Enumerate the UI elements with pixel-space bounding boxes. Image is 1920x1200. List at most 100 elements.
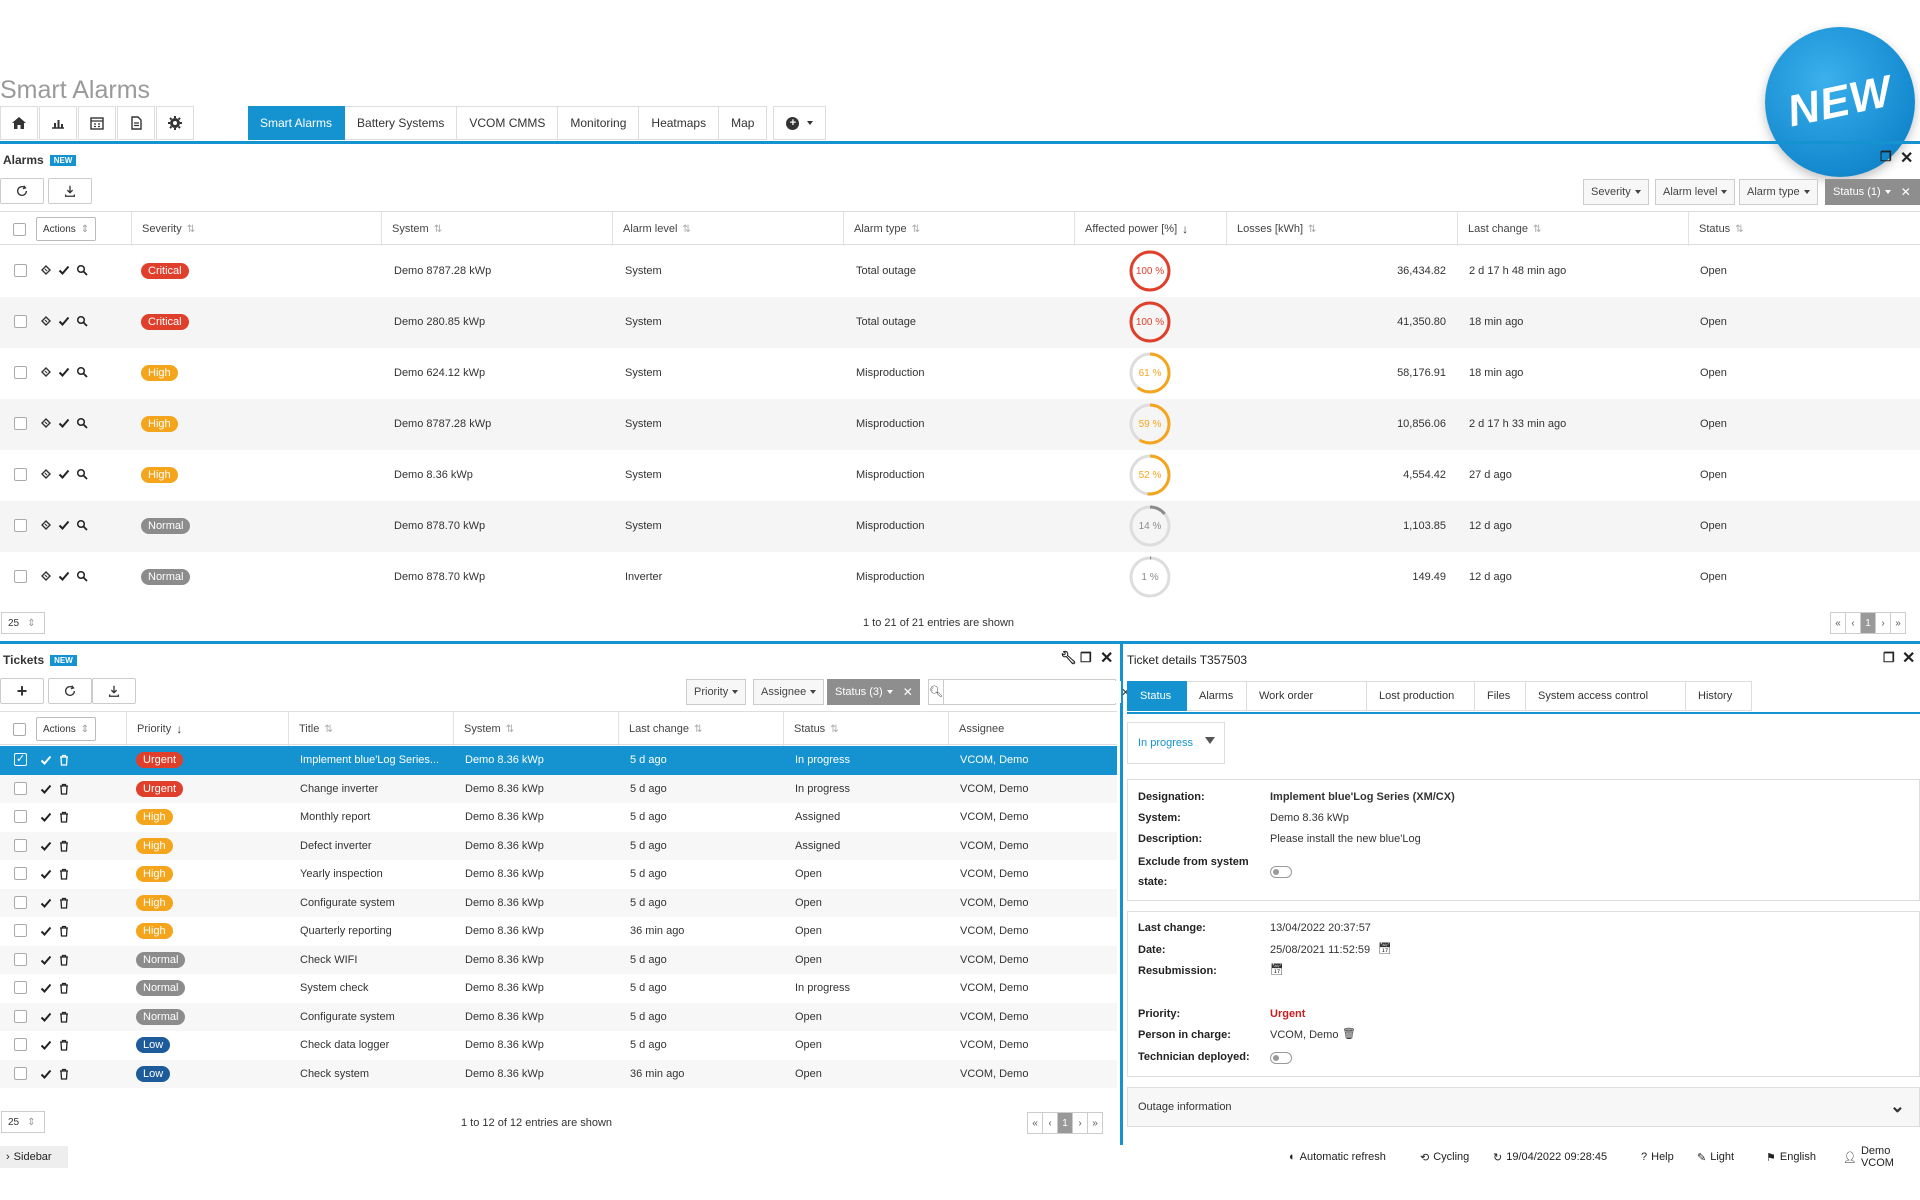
check-icon[interactable] xyxy=(40,1068,52,1080)
row-checkbox[interactable] xyxy=(14,838,27,852)
check-icon[interactable] xyxy=(58,468,70,480)
row-checkbox[interactable] xyxy=(14,952,27,966)
check-icon[interactable] xyxy=(58,264,70,276)
document-button[interactable] xyxy=(117,106,155,140)
ticket-row[interactable]: High Configurate system Demo 8.36 kWp 5 … xyxy=(0,888,1117,917)
clear-filter-icon[interactable]: ✕ xyxy=(903,685,913,699)
trash-icon[interactable] xyxy=(58,954,70,966)
row-checkbox[interactable] xyxy=(14,264,27,277)
system-cell[interactable]: Demo 8.36 kWp xyxy=(465,897,544,909)
filter-assignee[interactable]: Assignee xyxy=(753,679,825,705)
ticket-row[interactable]: Normal System check Demo 8.36 kWp 5 d ag… xyxy=(0,974,1117,1003)
tab-lost-production[interactable]: Lost production xyxy=(1367,681,1475,711)
title-cell[interactable]: Check WIFI xyxy=(300,954,357,966)
col-severity[interactable]: Severity ⇅ xyxy=(131,212,381,246)
system-cell[interactable]: Demo 280.85 kWp xyxy=(394,316,485,328)
pager-first[interactable]: « xyxy=(1027,1112,1043,1134)
check-icon[interactable] xyxy=(40,954,52,966)
pager-page-1[interactable]: 1 xyxy=(1860,612,1876,634)
check-icon[interactable] xyxy=(40,840,52,852)
alarm-row[interactable]: High Demo 8787.28 kWp System Misproducti… xyxy=(0,399,1920,450)
system-cell[interactable]: Demo 8.36 kWp xyxy=(465,811,544,823)
row-checkbox[interactable] xyxy=(14,924,27,937)
system-cell[interactable]: Demo 8.36 kWp xyxy=(465,783,544,795)
ticket-icon[interactable] xyxy=(40,417,52,429)
check-icon[interactable] xyxy=(40,868,52,880)
system-cell[interactable]: Demo 8.36 kWp xyxy=(465,954,544,966)
title-cell[interactable]: System check xyxy=(300,982,368,994)
close-icon[interactable]: ✕ xyxy=(1100,648,1113,668)
exclude-from-state-toggle[interactable] xyxy=(1270,866,1292,878)
title-cell[interactable]: Check data logger xyxy=(300,1039,389,1051)
search-icon[interactable] xyxy=(76,570,88,582)
row-checkbox[interactable] xyxy=(14,752,27,766)
row-checkbox[interactable] xyxy=(14,468,27,481)
pager-next[interactable]: › xyxy=(1072,1112,1088,1134)
search-icon[interactable] xyxy=(76,519,88,531)
tab-heatmaps[interactable]: Heatmaps xyxy=(639,106,720,140)
tab-system-access-control[interactable]: System access control xyxy=(1526,681,1686,711)
check-icon[interactable] xyxy=(58,570,70,582)
trash-icon[interactable] xyxy=(58,1011,70,1023)
language-select[interactable]: ⚑ English xyxy=(1766,1146,1816,1168)
pager-first[interactable]: « xyxy=(1830,612,1846,634)
actions-select[interactable]: Actions ⇕ xyxy=(36,717,97,741)
title-cell[interactable]: Configurate system xyxy=(300,1011,395,1023)
col-status[interactable]: Status ⇅ xyxy=(1688,212,1920,246)
system-cell[interactable]: Demo 8.36 kWp xyxy=(465,925,544,937)
title-cell[interactable]: Quarterly reporting xyxy=(300,925,392,937)
pager-next[interactable]: › xyxy=(1875,612,1891,634)
search-icon[interactable] xyxy=(76,315,88,327)
col-system[interactable]: System ⇅ xyxy=(453,712,618,746)
row-checkbox[interactable] xyxy=(14,315,27,328)
maximize-icon[interactable]: ❐ xyxy=(1880,149,1892,165)
system-cell[interactable]: Demo 8.36 kWp xyxy=(465,754,544,766)
title-cell[interactable]: Monthly report xyxy=(300,811,370,823)
ticket-row[interactable]: High Monthly report Demo 8.36 kWp 5 d ag… xyxy=(0,803,1117,832)
col-affected-power[interactable]: Affected power [%] ↓ xyxy=(1074,212,1226,246)
title-cell[interactable]: Defect inverter xyxy=(300,840,372,852)
title-cell[interactable]: Yearly inspection xyxy=(300,868,383,880)
check-icon[interactable] xyxy=(58,519,70,531)
select-all-checkbox[interactable] xyxy=(0,712,26,746)
pager-last[interactable]: » xyxy=(1087,1112,1103,1134)
trash-icon[interactable] xyxy=(58,1068,70,1080)
system-cell[interactable]: Demo 8.36 kWp xyxy=(465,840,544,852)
check-icon[interactable] xyxy=(40,811,52,823)
check-icon[interactable] xyxy=(40,1039,52,1051)
check-icon[interactable] xyxy=(40,982,52,994)
trash-icon[interactable] xyxy=(58,783,70,795)
ticket-icon[interactable] xyxy=(40,366,52,378)
system-cell[interactable]: Demo 8.36 kWp xyxy=(465,1039,544,1051)
chart-button[interactable] xyxy=(39,106,77,140)
check-icon[interactable] xyxy=(40,783,52,795)
ticket-icon[interactable] xyxy=(40,315,52,327)
title-cell[interactable]: Configurate system xyxy=(300,897,395,909)
col-assignee[interactable]: Assignee xyxy=(948,712,1117,746)
row-checkbox[interactable] xyxy=(14,781,27,795)
filter-priority[interactable]: Priority xyxy=(686,679,747,705)
alarm-row[interactable]: Normal Demo 878.70 kWp System Misproduct… xyxy=(0,501,1920,552)
col-priority[interactable]: Priority ↓ xyxy=(126,712,288,746)
export-tickets-button[interactable] xyxy=(92,678,136,704)
alarm-row[interactable]: Critical Demo 8787.28 kWp System Total o… xyxy=(0,246,1920,297)
check-icon[interactable] xyxy=(40,897,52,909)
close-icon[interactable]: ✕ xyxy=(1902,648,1915,668)
settings-button[interactable] xyxy=(156,106,194,140)
check-icon[interactable] xyxy=(58,417,70,429)
ticket-icon[interactable] xyxy=(40,519,52,531)
check-icon[interactable] xyxy=(58,366,70,378)
row-checkbox[interactable] xyxy=(14,519,27,532)
tickets-page-size[interactable]: 25 ⇕ xyxy=(1,1111,45,1133)
row-checkbox[interactable] xyxy=(14,1038,27,1051)
outage-information-accordion[interactable]: Outage information ⌄ xyxy=(1127,1087,1920,1127)
ticket-icon[interactable] xyxy=(40,264,52,276)
clear-filter-icon[interactable]: ✕ xyxy=(1901,185,1911,199)
trash-icon[interactable] xyxy=(58,1039,70,1051)
row-checkbox[interactable] xyxy=(14,981,27,994)
title-cell[interactable]: Change inverter xyxy=(300,783,378,795)
last-refresh-datetime[interactable]: ↻ 19/04/2022 09:28:45 xyxy=(1493,1146,1607,1168)
system-cell[interactable]: Demo 8.36 kWp xyxy=(465,982,544,994)
ticket-icon[interactable] xyxy=(40,468,52,480)
theme-toggle[interactable]: ✎ Light xyxy=(1697,1146,1734,1168)
